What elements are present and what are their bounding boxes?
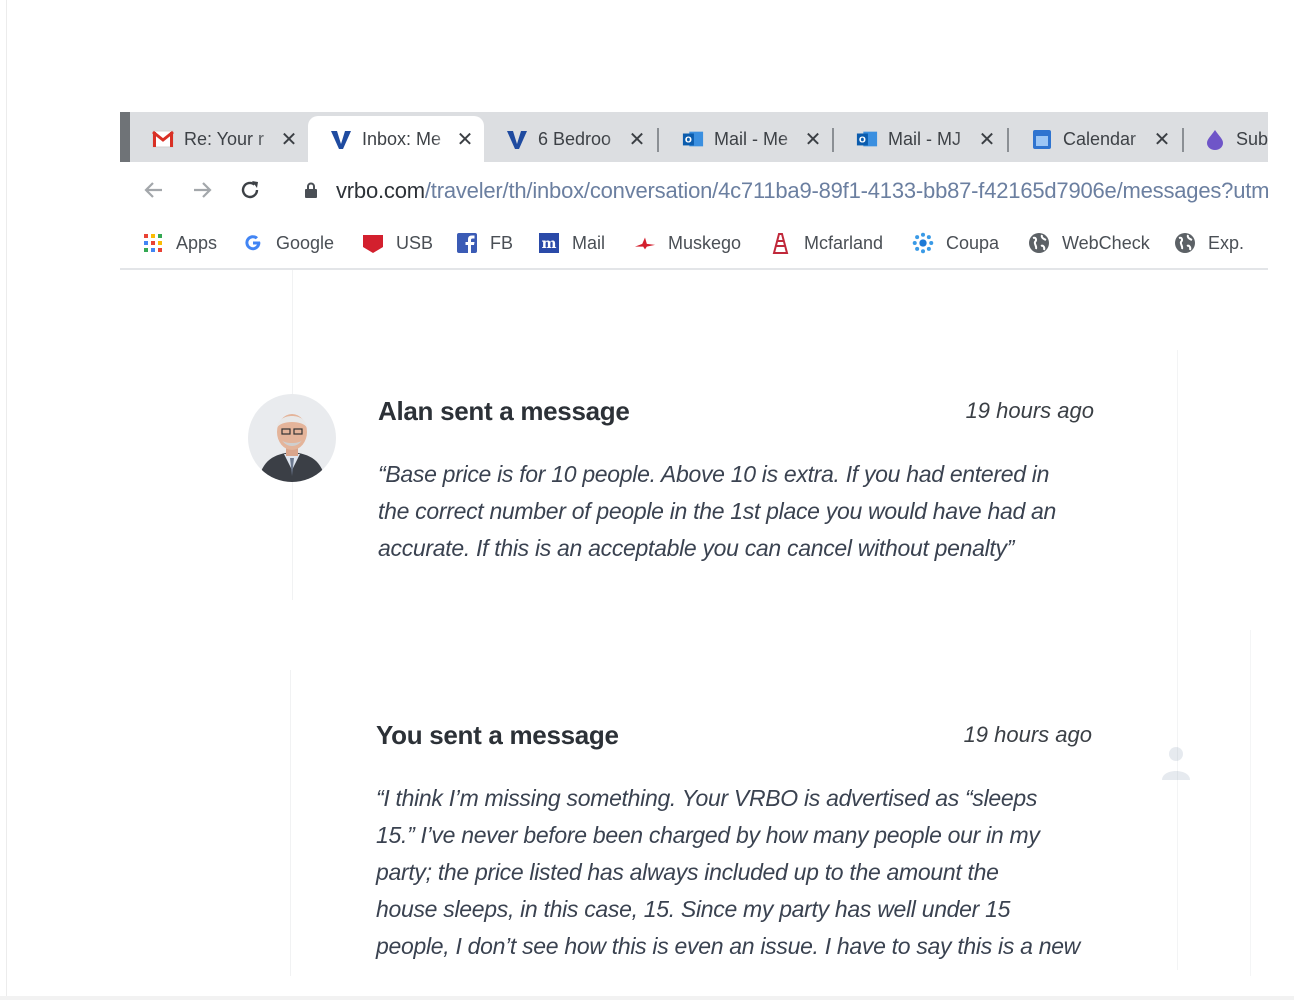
message-body: “I think I’m missing something. Your VRB… [376,780,1080,965]
arrow-right-icon [194,182,212,198]
google-icon [242,232,264,254]
close-icon[interactable]: ✕ [628,127,646,152]
vrbo-icon [330,128,352,150]
bookmark-webcheck[interactable]: WebCheck [1028,230,1150,256]
bookmark-label: WebCheck [1062,232,1150,253]
close-icon[interactable]: ✕ [804,127,822,152]
bookmark-label: Apps [176,232,218,253]
bookmarks-bar: Apps Google USB FB m Mail Muskego Mcfarl… [120,218,1268,270]
bookmark-apps[interactable]: Apps [142,230,217,256]
message-line: 15.” I’ve never before been charged by h… [376,822,1040,848]
scan-edge [6,0,7,1000]
bookmark-muskego[interactable]: Muskego [634,230,741,256]
reload-icon [241,181,259,199]
vrbo-icon [506,128,528,150]
tab-vrbo-inbox[interactable]: Inbox: Me ✕ [308,116,484,162]
tab-title: Calendar [1063,128,1137,149]
tab-title: Inbox: Me [362,128,442,149]
reload-button[interactable] [234,174,266,206]
message-line: accurate. If this is an acceptable you c… [378,535,1015,561]
close-icon[interactable]: ✕ [280,127,298,152]
bookmark-mcfarland[interactable]: Mcfarland [770,230,883,256]
bookmark-google[interactable]: Google [242,230,334,256]
back-button[interactable] [138,174,170,206]
bookmark-label: Mcfarland [804,232,884,253]
close-icon[interactable]: ✕ [1153,127,1171,152]
message-line: house sleeps, in this case, 15. Since my… [376,896,1011,922]
tab-gmail[interactable]: Re: Your r ✕ [130,116,308,162]
tab-sub[interactable]: Sub [1182,116,1268,162]
bookmark-mail[interactable]: m Mail [538,230,605,256]
svg-text:m: m [542,236,557,252]
bookmark-exp[interactable]: Exp. [1174,230,1244,256]
person-icon [1162,747,1190,780]
avatar [248,394,336,482]
bookmark-label: FB [490,232,514,253]
coupa-icon [912,232,934,254]
tab-strip: Re: Your r ✕ Inbox: Me ✕ 6 Bedroo ✕ O Ma… [120,112,1268,162]
muskego-icon [634,232,656,254]
tab-title: Mail - Me [714,128,789,149]
calendar-icon [1031,128,1053,150]
forward-button[interactable] [186,174,218,206]
apps-grid-icon [142,232,164,254]
tab-title: 6 Bedroo [538,128,612,149]
bookmark-label: USB [396,232,434,253]
message-line: “Base price is for 10 people. Above 10 i… [378,461,1050,487]
outlook-icon: O [856,128,878,150]
lock-icon[interactable] [304,182,318,198]
tab-calendar[interactable]: Calendar ✕ [1009,116,1181,162]
bookmark-label: Google [276,232,335,253]
tab-title: Sub [1236,128,1268,149]
content-border [1250,630,1251,976]
message-line: the correct number of people in the 1st … [378,498,1057,524]
message-line: party; the price listed has always inclu… [376,859,999,885]
tab-vrbo-listing[interactable]: 6 Bedroo ✕ [484,116,656,162]
message-timestamp: 19 hours ago [963,722,1092,747]
outlook-icon: O [682,128,704,150]
globe-icon [1174,232,1196,254]
bookmark-label: Mail [572,232,606,253]
bookmark-label: Coupa [946,232,1000,253]
facebook-icon [456,232,478,254]
tab-separator [657,128,659,152]
message-timestamp: 19 hours ago [965,398,1094,423]
usb-icon [362,232,384,254]
url-path: /traveler/th/inbox/conversation/4c711ba9… [424,178,1268,203]
close-icon[interactable]: ✕ [978,127,996,152]
host-photo [248,394,336,482]
globe-icon [1028,232,1050,254]
mcfarland-icon [770,232,792,254]
tab-outlook-mail-2[interactable]: O Mail - MJ ✕ [834,116,1006,162]
bookmark-usb[interactable]: USB [362,230,433,256]
m-mail-icon: m [538,232,560,254]
message-title: You sent a message [376,720,619,750]
message-line: “I think I’m missing something. Your VRB… [376,785,1038,811]
tab-title: Re: Your r [184,128,265,149]
bookmark-label: Exp. [1208,232,1245,253]
message-title: Alan sent a message [378,396,630,426]
message-line: people, I don’t see how this is even an … [376,933,1080,959]
message-body: “Base price is for 10 people. Above 10 i… [378,456,1056,567]
bookmark-coupa[interactable]: Coupa [912,230,999,256]
svg-text:O: O [859,135,866,145]
tab-title: Mail - MJ [888,128,961,149]
bookmark-fb[interactable]: FB [456,230,513,256]
bookmark-label: Muskego [668,232,742,253]
content-border [290,670,291,976]
gmail-icon [152,128,174,150]
address-toolbar: vrbo.com/traveler/th/inbox/conversation/… [120,162,1268,218]
address-bar[interactable]: vrbo.com/traveler/th/inbox/conversation/… [336,178,1268,204]
scan-edge [0,996,1294,1000]
svg-text:O: O [685,135,692,145]
tab-outlook-mail[interactable]: O Mail - Me ✕ [660,116,832,162]
arrow-left-icon [144,182,162,198]
url-host: vrbo.com [336,178,425,203]
window-edge [120,112,130,162]
drop-icon [1204,128,1226,150]
browser-window: Re: Your r ✕ Inbox: Me ✕ 6 Bedroo ✕ O Ma… [120,112,1268,270]
content-border [1177,350,1178,970]
close-icon[interactable]: ✕ [456,127,474,152]
